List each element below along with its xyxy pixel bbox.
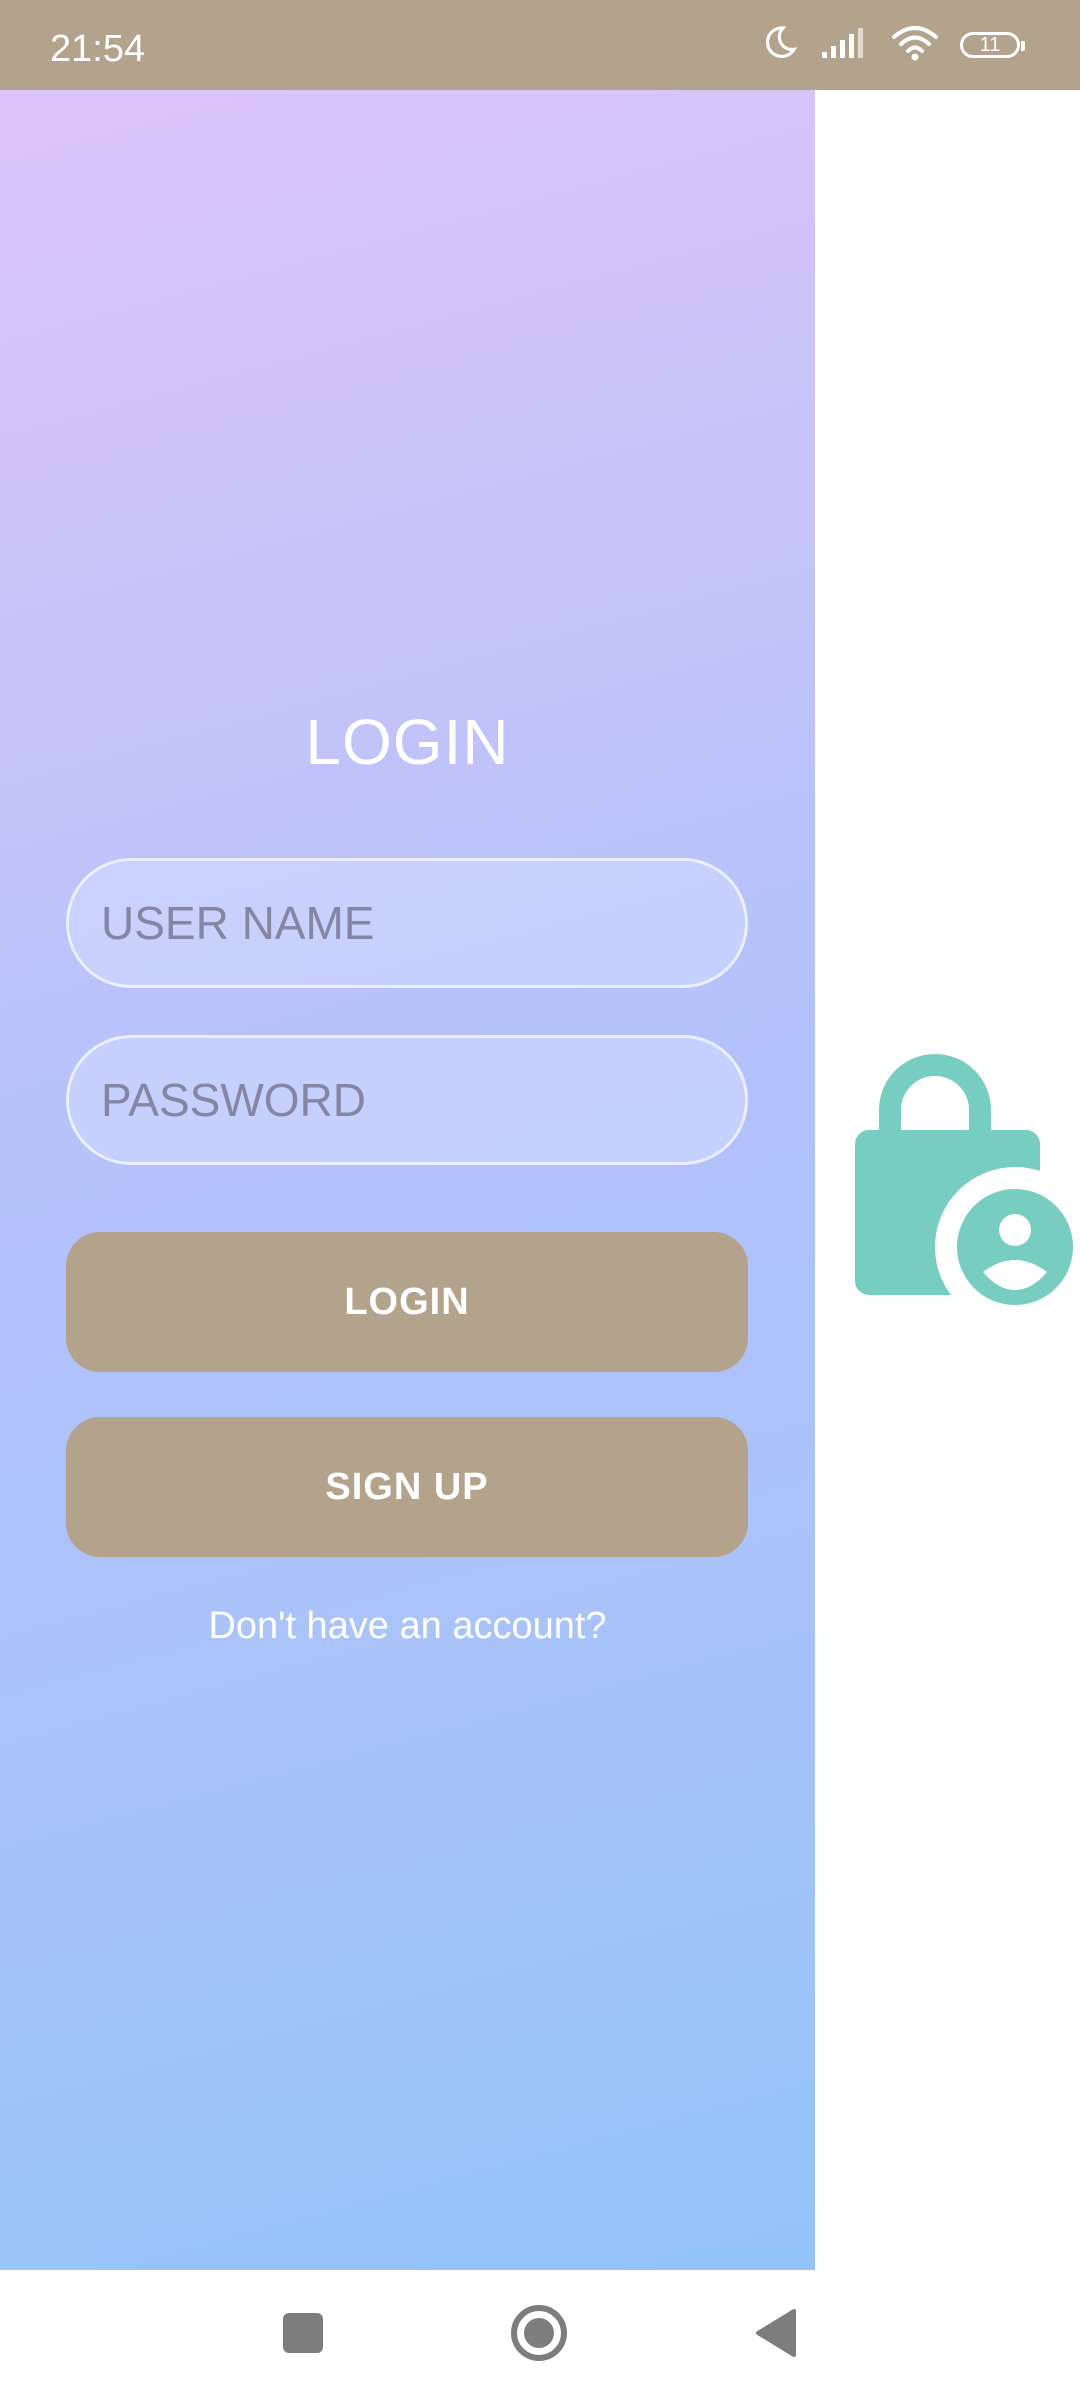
page-title: LOGIN — [305, 706, 510, 778]
battery-icon: 11 — [960, 32, 1025, 58]
recents-icon — [281, 2311, 325, 2360]
status-icons: 11 — [760, 20, 1025, 70]
signup-button[interactable]: SIGN UP — [66, 1417, 748, 1557]
home-button[interactable] — [504, 2300, 574, 2370]
signup-button-label: SIGN UP — [325, 1465, 489, 1508]
signal-icon — [820, 26, 870, 65]
username-field[interactable] — [66, 858, 748, 988]
status-bar: 21:54 11 — [0, 0, 1080, 90]
back-icon — [752, 2307, 798, 2364]
moon-icon — [760, 24, 798, 67]
login-panel: LOGIN LOGIN SIGN UP Don't have an accoun… — [0, 90, 815, 2270]
navigation-bar — [0, 2270, 1080, 2400]
screen: 21:54 11 LOGIN USER NAME LOGIN SIGN UP D… — [0, 0, 1080, 2400]
username-input[interactable] — [69, 861, 745, 985]
lock-user-icon — [850, 1050, 1080, 1327]
password-field[interactable] — [66, 1035, 748, 1165]
wifi-icon — [892, 25, 938, 66]
home-icon — [509, 2303, 569, 2368]
recents-button[interactable] — [268, 2300, 338, 2370]
status-time: 21:54 — [50, 28, 146, 70]
login-button-label: LOGIN — [344, 1280, 470, 1323]
battery-level: 11 — [979, 33, 1001, 56]
no-account-link[interactable]: Don't have an account? — [0, 1605, 815, 1648]
password-input[interactable] — [69, 1038, 745, 1162]
back-button[interactable] — [740, 2300, 810, 2370]
login-button[interactable]: LOGIN — [66, 1232, 748, 1372]
